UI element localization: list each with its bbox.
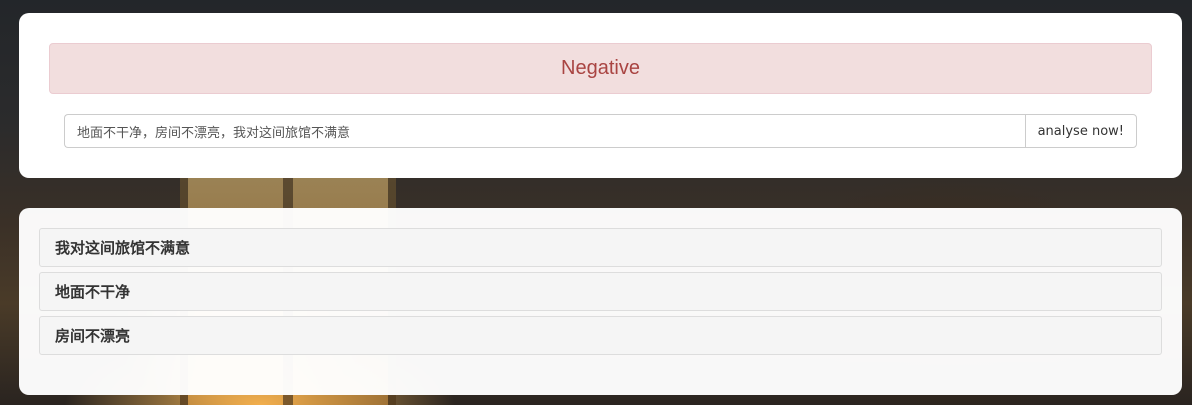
analyse-now-button[interactable]: analyse now!	[1024, 114, 1137, 148]
list-item: 地面不干净	[39, 272, 1162, 311]
sentence-breakdown-panel: 我对这间旅馆不满意 地面不干净 房间不漂亮	[19, 208, 1182, 395]
sentence-text: 我对这间旅馆不满意	[55, 239, 191, 257]
analysis-input-group: analyse now!	[64, 114, 1137, 148]
sentence-text: 房间不漂亮	[55, 327, 131, 345]
sentence-list: 我对这间旅馆不满意 地面不干净 房间不漂亮	[39, 228, 1162, 360]
sentence-text: 地面不干净	[55, 283, 131, 301]
sentiment-result-alert: Negative	[49, 43, 1152, 94]
analysis-panel: Negative analyse now!	[19, 13, 1182, 178]
list-item: 房间不漂亮	[39, 316, 1162, 355]
sentence-input[interactable]	[64, 114, 1025, 148]
list-item: 我对这间旅馆不满意	[39, 228, 1162, 267]
sentiment-result-label: Negative	[561, 57, 640, 79]
